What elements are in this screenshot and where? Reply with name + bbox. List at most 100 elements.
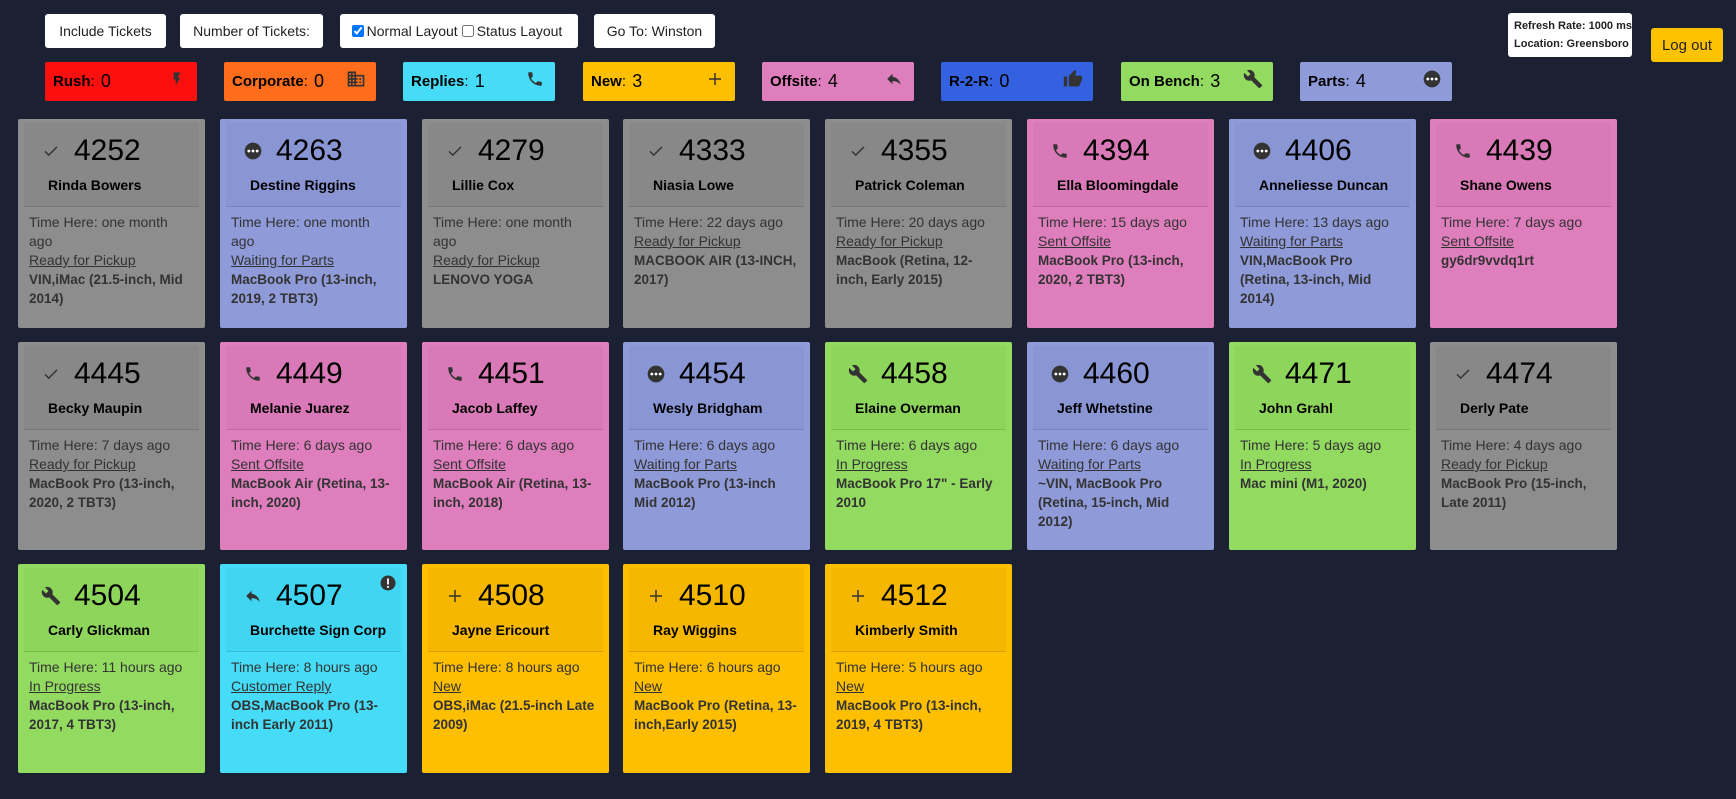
ticket-number[interactable]: 4406	[1285, 134, 1352, 168]
ticket-status-link[interactable]: In Progress	[836, 455, 1001, 474]
phone-icon	[1049, 140, 1071, 162]
customer-name: Jeff Whetstine	[1057, 400, 1153, 416]
ticket-status-link[interactable]: Waiting for Parts	[231, 251, 396, 270]
check-icon	[645, 140, 667, 162]
ticket-number[interactable]: 4504	[74, 579, 141, 613]
ticket-status-link[interactable]: In Progress	[1240, 455, 1405, 474]
ticket-status-link[interactable]: Ready for Pickup	[634, 232, 799, 251]
ticket-card[interactable]: 4504 Carly Glickman Time Here: 11 hours ag…	[18, 564, 205, 773]
ticket-card[interactable]: 4445 Becky Maupin Time Here: 7 days ago Rea…	[18, 342, 205, 550]
ticket-header: 4471 John Grahl	[1235, 346, 1410, 430]
status-layout-label: Status Layout	[476, 23, 563, 39]
status-layout-checkbox[interactable]	[461, 25, 474, 37]
ticket-card[interactable]: 4279 Lillie Cox Time Here: one month ago Re…	[422, 119, 609, 328]
go-to-button[interactable]: Go To: Winston	[594, 14, 715, 48]
ticket-number[interactable]: 4263	[276, 134, 343, 168]
ticket-status-link[interactable]: New	[433, 677, 598, 696]
status-filter-corporate[interactable]: Corporate: 0	[224, 62, 376, 101]
status-filter-replies[interactable]: Replies: 1	[403, 62, 555, 101]
status-filter-new[interactable]: New: 3	[583, 62, 735, 101]
customer-name: Ella Bloomingdale	[1057, 177, 1179, 193]
ticket-number[interactable]: 4449	[276, 357, 343, 391]
ticket-card[interactable]: 4333 Niasia Lowe Time Here: 22 days ago Rea…	[623, 119, 810, 328]
phone-icon	[242, 363, 264, 385]
ticket-card[interactable]: 4458 Elaine Overman Time Here: 6 days ago I…	[825, 342, 1012, 550]
ticket-card[interactable]: 4471 John Grahl Time Here: 5 days ago In Pr…	[1229, 342, 1416, 550]
ticket-status-link[interactable]: New	[634, 677, 799, 696]
ticket-card[interactable]: 4252 Rinda Bowers Time Here: one month ago…	[18, 119, 205, 328]
include-tickets-button[interactable]: Include Tickets	[45, 14, 166, 48]
check-icon	[847, 140, 869, 162]
status-filter-offsite[interactable]: Offsite: 4	[762, 62, 914, 101]
normal-layout-checkbox[interactable]	[351, 25, 364, 37]
ticket-number[interactable]: 4445	[74, 357, 141, 391]
status-count: 0	[314, 71, 325, 91]
status-filter-rush[interactable]: Rush: 0	[45, 62, 197, 101]
status-layout-option[interactable]: Status Layout	[461, 23, 563, 39]
ticket-number[interactable]: 4439	[1486, 134, 1553, 168]
logout-button[interactable]: Log out	[1651, 28, 1723, 62]
ticket-status-link[interactable]: Sent Offsite	[231, 455, 396, 474]
ticket-status-link[interactable]: Sent Offsite	[1441, 232, 1606, 251]
ticket-status-link[interactable]: Waiting for Parts	[1240, 232, 1405, 251]
time-here: Time Here: 6 days ago	[1038, 437, 1180, 453]
ticket-number[interactable]: 4507	[276, 579, 343, 613]
ticket-status-link[interactable]: Waiting for Parts	[634, 455, 799, 474]
ticket-card[interactable]: 4406 Anneliesse Duncan Time Here: 13 days …	[1229, 119, 1416, 328]
device-description: MacBook Pro (13-inch, 2019, 2 TBT3)	[231, 272, 377, 306]
ticket-number[interactable]: 4508	[478, 579, 545, 613]
ticket-number[interactable]: 4512	[881, 579, 948, 613]
ticket-card[interactable]: 4263 Destine Riggins Time Here: one month …	[220, 119, 407, 328]
ticket-number[interactable]: 4471	[1285, 357, 1352, 391]
number-of-tickets-button[interactable]: Number of Tickets:	[180, 14, 323, 48]
normal-layout-option[interactable]: Normal Layout	[351, 23, 458, 39]
ticket-card[interactable]: 4508 Jayne Ericourt Time Here: 8 hours ago…	[422, 564, 609, 773]
ticket-status-link[interactable]: In Progress	[29, 677, 194, 696]
ticket-status-link[interactable]: Sent Offsite	[1038, 232, 1203, 251]
status-filter-parts[interactable]: Parts: 4	[1300, 62, 1452, 101]
ticket-number[interactable]: 4510	[679, 579, 746, 613]
ticket-card[interactable]: 4355 Patrick Coleman Time Here: 20 days ag…	[825, 119, 1012, 328]
ticket-number[interactable]: 4252	[74, 134, 141, 168]
ticket-number[interactable]: 4451	[478, 357, 545, 391]
ticket-card[interactable]: 4460 Jeff Whetstine Time Here: 6 days ago W…	[1027, 342, 1214, 550]
ticket-number[interactable]: 4454	[679, 357, 746, 391]
ticket-number[interactable]: 4460	[1083, 357, 1150, 391]
ticket-card[interactable]: 4451 Jacob Laffey Time Here: 6 days ago Sen…	[422, 342, 609, 550]
ticket-status-link[interactable]: Ready for Pickup	[1441, 455, 1606, 474]
ticket-header: 4355 Patrick Coleman	[831, 123, 1006, 207]
status-filter-r-2-r[interactable]: R-2-R: 0	[941, 62, 1093, 101]
ticket-number[interactable]: 4333	[679, 134, 746, 168]
ticket-number[interactable]: 4279	[478, 134, 545, 168]
ticket-status-link[interactable]: Ready for Pickup	[836, 232, 1001, 251]
ticket-card[interactable]: 4512 Kimberly Smith Time Here: 5 hours ago…	[825, 564, 1012, 773]
ticket-card[interactable]: 4394 Ella Bloomingdale Time Here: 15 days …	[1027, 119, 1214, 328]
time-here: Time Here: 6 days ago	[836, 437, 978, 453]
ticket-card[interactable]: 4454 Wesly Bridgham Time Here: 6 days ago W…	[623, 342, 810, 550]
ticket-body: Time Here: 6 days ago Waiting for Parts ~V…	[1027, 430, 1214, 539]
status-filter-on-bench[interactable]: On Bench: 3	[1121, 62, 1273, 101]
status-label: R-2-R	[949, 73, 989, 90]
ticket-status-link[interactable]: Customer Reply	[231, 677, 396, 696]
ticket-card[interactable]: 4439 Shane Owens Time Here: 7 days ago Sent…	[1430, 119, 1617, 328]
ticket-status-link[interactable]: Waiting for Parts	[1038, 455, 1203, 474]
ticket-status-link[interactable]: Ready for Pickup	[29, 455, 194, 474]
ticket-card[interactable]: 4449 Melanie Juarez Time Here: 6 days ago S…	[220, 342, 407, 550]
ticket-number[interactable]: 4474	[1486, 357, 1553, 391]
ticket-status-link[interactable]: Ready for Pickup	[433, 251, 598, 270]
status-label: Replies	[411, 73, 465, 90]
ticket-card[interactable]: 4507 Burchette Sign Corp Time Here: 8 hour…	[220, 564, 407, 773]
ticket-card[interactable]: 4510 Ray Wiggins Time Here: 6 hours ago New…	[623, 564, 810, 773]
ticket-number-row: 4510	[645, 578, 804, 614]
time-here: Time Here: 20 days ago	[836, 214, 985, 230]
ticket-number[interactable]: 4458	[881, 357, 948, 391]
ticket-header: 4460 Jeff Whetstine	[1033, 346, 1208, 430]
ticket-number-row: 4263	[242, 133, 401, 169]
ticket-status-link[interactable]: Ready for Pickup	[29, 251, 194, 270]
ticket-number[interactable]: 4355	[881, 134, 948, 168]
include-tickets-label: Include Tickets	[59, 23, 152, 39]
ticket-status-link[interactable]: New	[836, 677, 1001, 696]
ticket-number[interactable]: 4394	[1083, 134, 1150, 168]
ticket-card[interactable]: 4474 Derly Pate Time Here: 4 days ago Ready…	[1430, 342, 1617, 550]
ticket-status-link[interactable]: Sent Offsite	[433, 455, 598, 474]
